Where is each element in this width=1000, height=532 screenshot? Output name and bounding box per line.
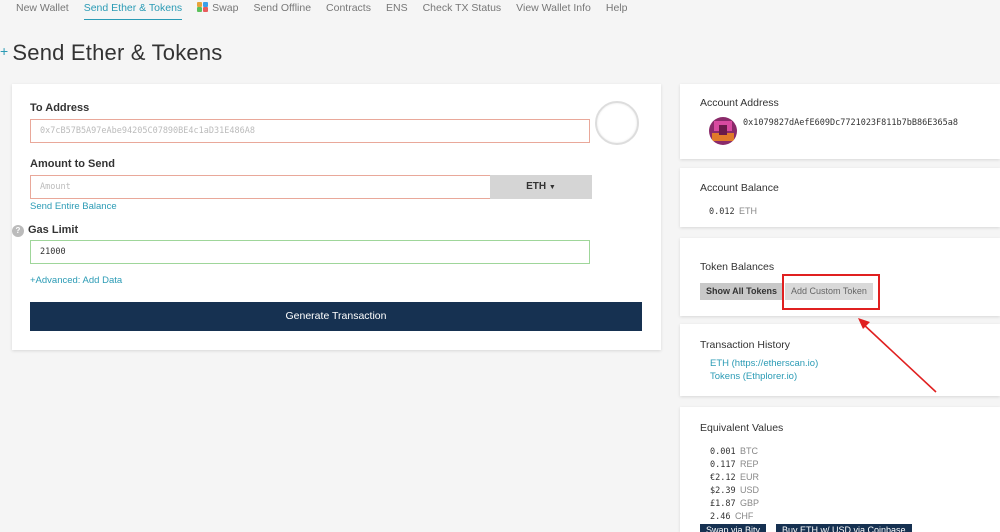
top-nav: New Wallet Send Ether & Tokens Swap Send… — [0, 0, 1000, 20]
equivalent-unit: CHF — [734, 511, 754, 521]
account-balance-row: 0.012 ETH — [709, 201, 757, 219]
equivalent-values-title: Equivalent Values — [700, 422, 784, 434]
nav-contracts[interactable]: Contracts — [326, 0, 371, 14]
token-balances-title: Token Balances — [700, 261, 775, 273]
amount-input[interactable]: Amount — [30, 175, 491, 199]
balance-value: 0.012 — [709, 207, 735, 217]
transaction-history-title: Transaction History — [700, 339, 791, 351]
page-title-text: Send Ether & Tokens — [12, 40, 223, 65]
page-title: + Send Ether & Tokens — [0, 40, 222, 66]
equivalent-values-card: Equivalent Values 0.001 BTC 0.117 REP €2… — [680, 407, 1000, 532]
account-balance-title: Account Balance — [700, 182, 779, 194]
nav-help[interactable]: Help — [606, 0, 628, 14]
balance-unit: ETH — [739, 206, 758, 216]
annotation-arrow — [858, 318, 937, 393]
to-address-label: To Address — [30, 102, 90, 114]
nav-send-ether-tokens[interactable]: Send Ether & Tokens — [83, 0, 183, 20]
unit-dropdown[interactable]: ETH ▼ — [490, 175, 592, 199]
gas-limit-input[interactable]: 21000 — [30, 240, 590, 264]
gas-limit-label: Gas Limit — [28, 224, 79, 236]
account-address-title: Account Address — [700, 97, 779, 109]
plus-icon: + — [0, 43, 9, 59]
swap-icon — [197, 2, 209, 12]
nav-view-wallet-info[interactable]: View Wallet Info — [516, 0, 591, 14]
annotation-highlight-box — [782, 274, 880, 310]
amount-label: Amount to Send — [30, 158, 115, 170]
nav-swap-label: Swap — [212, 2, 239, 14]
to-address-input[interactable]: 0x7cB57B5A97eAbe94205C07890BE4c1aD31E486… — [30, 119, 590, 143]
unit-label: ETH — [526, 181, 547, 192]
account-identicon — [709, 117, 737, 145]
nav-ens[interactable]: ENS — [386, 0, 408, 14]
buy-eth-coinbase-button[interactable]: Buy ETH w/ USD via Coinbase — [776, 524, 912, 532]
nav-swap[interactable]: Swap — [197, 0, 238, 14]
nav-check-tx-status[interactable]: Check TX Status — [423, 0, 502, 14]
account-address-card: Account Address 0x1079827dAefE609Dc77210… — [680, 84, 1000, 159]
nav-new-wallet[interactable]: New Wallet — [16, 0, 69, 14]
swap-via-bity-button[interactable]: Swap via Bity — [700, 524, 767, 532]
advanced-add-data-link[interactable]: +Advanced: Add Data — [30, 275, 122, 286]
ethplorer-link[interactable]: Tokens (Ethplorer.io) — [710, 371, 797, 382]
caret-down-icon: ▼ — [548, 184, 556, 191]
generate-transaction-button[interactable]: Generate Transaction — [30, 302, 642, 331]
transaction-history-card: Transaction History ETH (https://ethersc… — [680, 324, 1000, 396]
equivalent-value: 2.46 — [710, 512, 731, 522]
account-balance-card: Account Balance 0.012 ETH — [680, 168, 1000, 227]
account-address-value: 0x1079827dAefE609Dc7721023F811b7bB86E365… — [743, 118, 958, 128]
equivalent-row: 2.46 CHF — [710, 506, 753, 524]
etherscan-link[interactable]: ETH (https://etherscan.io) — [710, 358, 818, 369]
question-icon[interactable]: ? — [12, 225, 24, 237]
nav-send-offline[interactable]: Send Offline — [253, 0, 311, 14]
send-form-card: To Address 0x7cB57B5A97eAbe94205C07890BE… — [12, 84, 661, 350]
send-entire-balance-link[interactable]: Send Entire Balance — [30, 201, 117, 212]
address-identicon — [595, 101, 639, 145]
show-all-tokens-button[interactable]: Show All Tokens — [700, 283, 784, 300]
